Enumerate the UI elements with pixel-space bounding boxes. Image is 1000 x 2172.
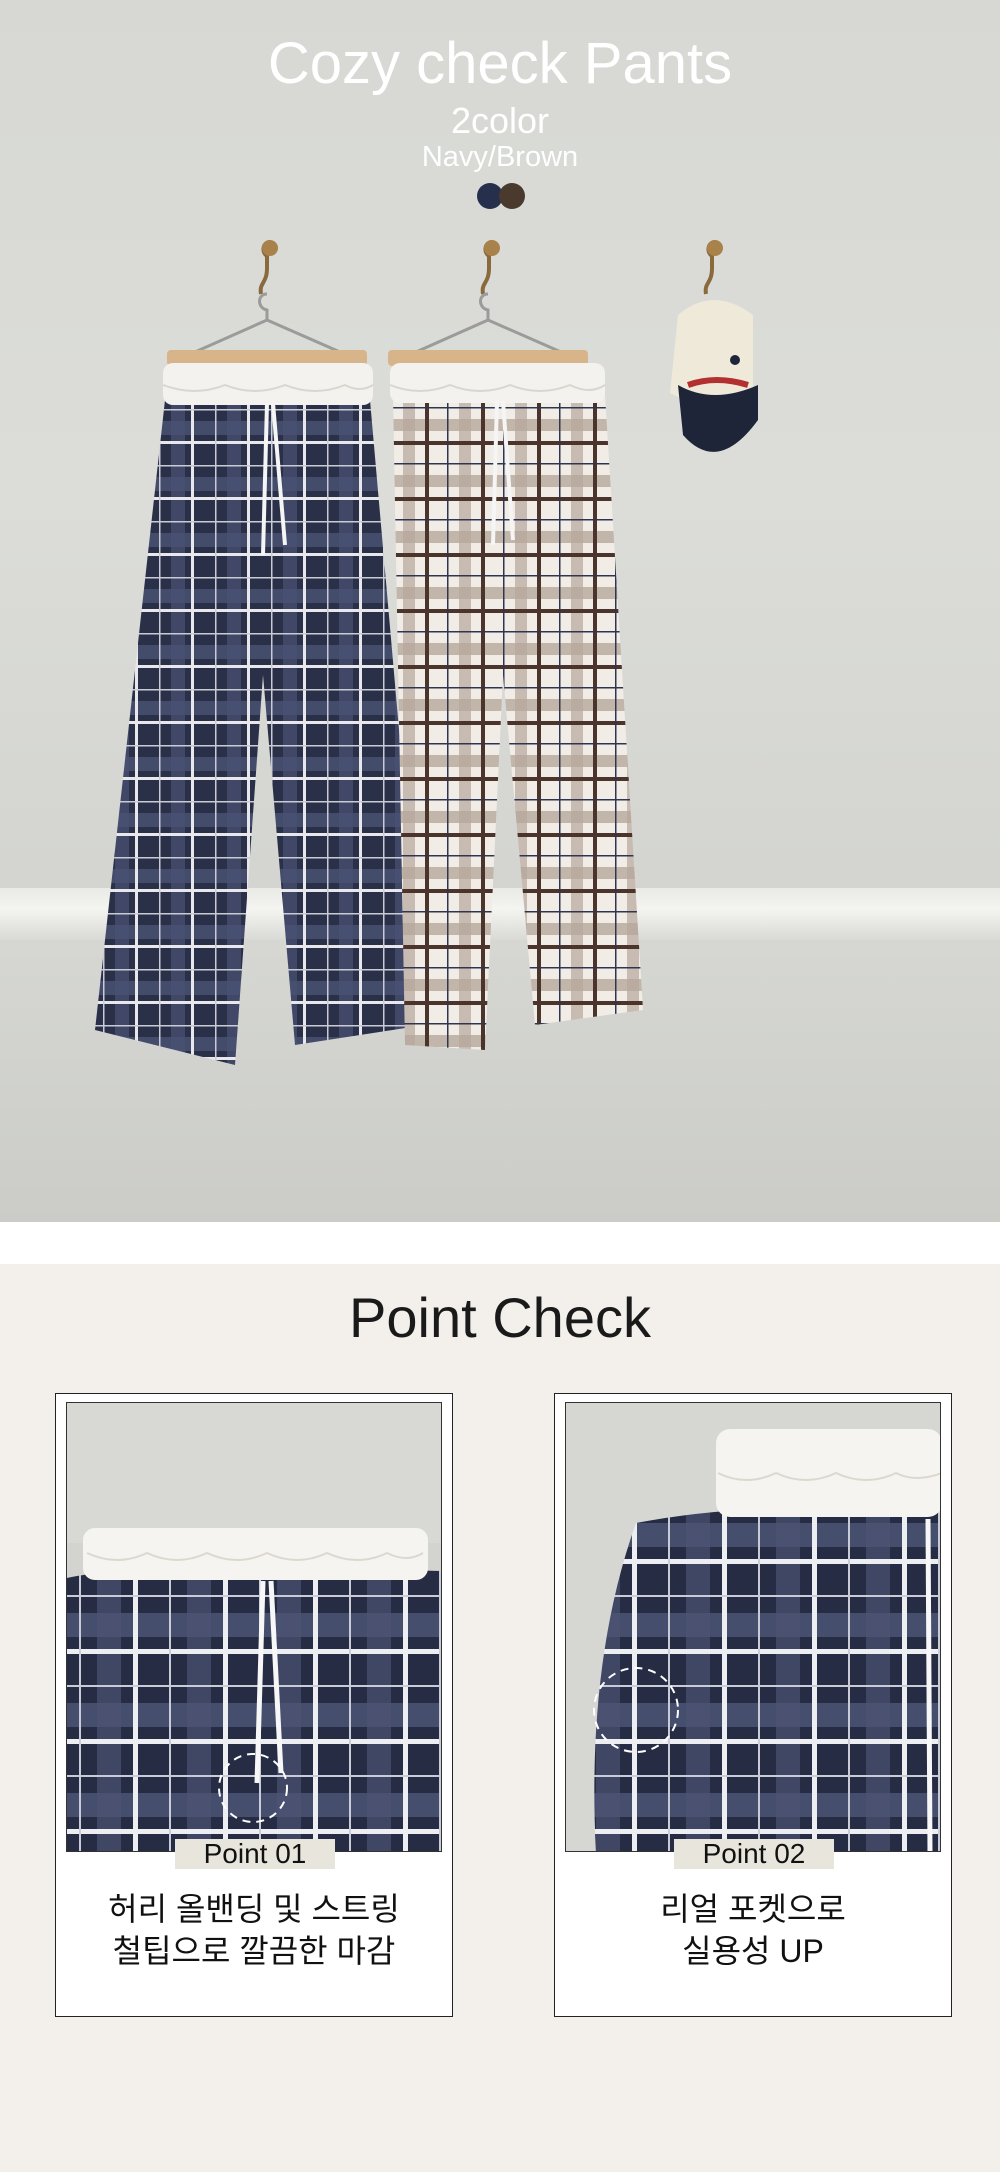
- brown-swatch: [499, 183, 525, 209]
- brown-plaid-pants: [389, 363, 643, 1050]
- point-01-line-1: 허리 올밴딩 및 스트링: [108, 1891, 400, 1927]
- point-02-photo: [565, 1402, 941, 1852]
- color-count: 2color: [450, 100, 550, 141]
- point-card-1: Point 01 허리 올밴딩 및 스트링 철팁으로 깔끔한 마감: [55, 1393, 453, 2017]
- baseball-cap: [670, 300, 758, 452]
- navy-plaid-pants: [95, 363, 425, 1065]
- point-02-tag: Point 02: [674, 1839, 834, 1869]
- point-02-description: 리얼 포켓으로 실용성 UP: [555, 1888, 951, 1972]
- point-01-tag: Point 01: [175, 1839, 335, 1869]
- point-card-2: Point 02 리얼 포켓으로 실용성 UP: [554, 1393, 952, 2017]
- color-names: Navy/Brown: [421, 141, 579, 173]
- point-02-line-2: 실용성 UP: [682, 1933, 824, 1969]
- point-01-photo: [66, 1402, 442, 1852]
- point-01-description: 허리 올밴딩 및 스트링 철팁으로 깔끔한 마감: [56, 1888, 452, 1972]
- point-check-title: Point Check: [349, 1286, 651, 1349]
- color-swatches: [477, 183, 527, 209]
- point-02-line-1: 리얼 포켓으로: [660, 1891, 846, 1927]
- point-01-line-2: 철팁으로 깔끔한 마감: [112, 1933, 396, 1969]
- hero-photo: Cozy check Pants 2color Navy/Brown: [0, 0, 1000, 1222]
- product-title: Cozy check Pants: [267, 31, 733, 96]
